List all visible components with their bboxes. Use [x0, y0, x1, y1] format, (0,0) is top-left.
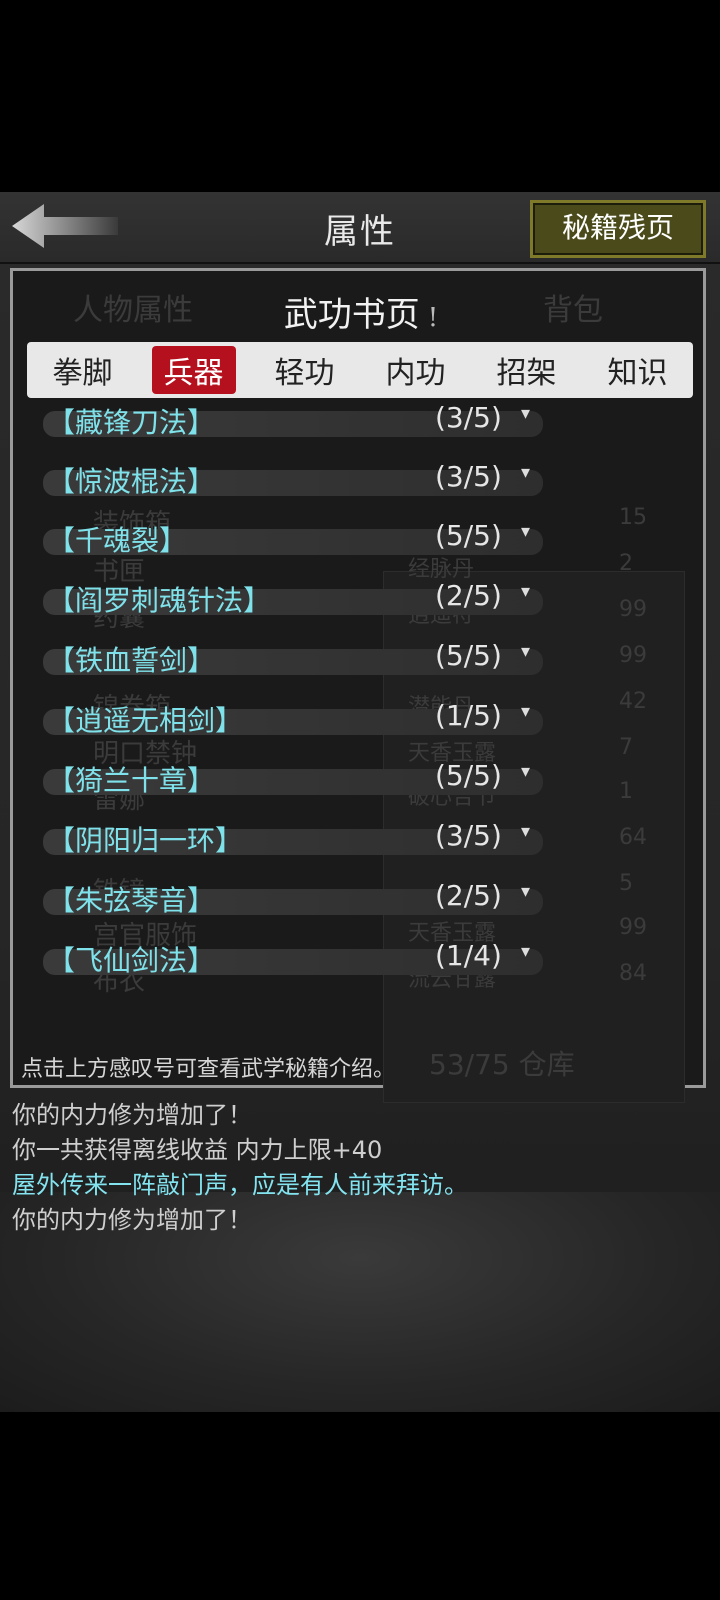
tab-inner[interactable]: 内功: [374, 346, 458, 394]
skill-count: (2/5): [435, 879, 502, 912]
skill-row[interactable]: 【铁血誓剑】 (5/5) ▾: [43, 639, 543, 679]
log-line: 你的内力修为增加了！: [12, 1206, 252, 1234]
hint-text: 点击上方感叹号可查看武学秘籍介绍。: [21, 1057, 396, 1082]
skill-name: 【逍遥无相剑】: [47, 704, 244, 737]
tab-knowledge[interactable]: 知识: [596, 346, 680, 394]
info-exclamation-icon[interactable]: !: [428, 303, 438, 333]
skill-name: 【朱弦琴音】: [47, 884, 216, 917]
skill-count: (5/5): [435, 639, 502, 672]
overlay-title-text: 武功书页: [283, 295, 420, 335]
skill-count: (3/5): [435, 460, 502, 493]
skill-count: (3/5): [435, 819, 502, 852]
skill-name: 【藏锋刀法】: [47, 406, 216, 439]
skill-name: 【阎罗刺魂针法】: [47, 584, 272, 617]
chevron-down-icon[interactable]: ▾: [521, 462, 530, 483]
tab-lightness[interactable]: 轻功: [263, 346, 347, 394]
bg-count: 84: [619, 961, 647, 986]
bg-count: 7: [619, 735, 633, 760]
bg-count: 5: [619, 871, 633, 896]
bg-count: 99: [619, 915, 647, 940]
log-line: 你的内力修为增加了！: [12, 1101, 252, 1129]
message-log: 你的内力修为增加了！ 你一共获得离线收益 内力上限+40 屋外传来一阵敲门声，应…: [12, 1098, 712, 1238]
log-line: 屋外传来一阵敲门声，应是有人前来拜访。: [12, 1171, 468, 1199]
skill-count: (3/5): [435, 401, 502, 434]
skill-row[interactable]: 【千魂裂】 (5/5) ▾: [43, 519, 543, 559]
bg-count: 64: [619, 825, 647, 850]
skill-row[interactable]: 【飞仙剑法】 (1/4) ▾: [43, 939, 543, 979]
game-screen: 属性 秘籍残页 人物属性 背包 装饰箱 书匣 药囊 锦卷箱 明口禁钟 雷娜 铁镜…: [0, 192, 720, 1412]
skill-row[interactable]: 【朱弦琴音】 (2/5) ▾: [43, 879, 543, 919]
skill-row[interactable]: 【惊波棍法】 (3/5) ▾: [43, 460, 543, 500]
log-line: 你一共获得离线收益 内力上限+40: [12, 1136, 383, 1164]
chevron-down-icon[interactable]: ▾: [521, 941, 530, 962]
bg-capacity: 53/75 仓库: [429, 1048, 575, 1081]
chevron-down-icon[interactable]: ▾: [521, 761, 530, 782]
bg-count: 99: [619, 597, 647, 622]
chevron-down-icon[interactable]: ▾: [521, 641, 530, 662]
chevron-down-icon[interactable]: ▾: [521, 701, 530, 722]
tab-parry[interactable]: 招架: [485, 346, 569, 394]
chevron-down-icon[interactable]: ▾: [521, 821, 530, 842]
skill-row[interactable]: 【阴阳归一环】 (3/5) ▾: [43, 819, 543, 859]
weapon-category-tabs: 拳脚 兵器 轻功 内功 招架 知识: [27, 342, 693, 398]
header-bar: 属性 秘籍残页: [0, 192, 720, 264]
skill-name: 【猗兰十章】: [47, 764, 216, 797]
skill-count: (5/5): [435, 519, 502, 552]
secret-pages-button[interactable]: 秘籍残页: [530, 200, 706, 258]
skill-row[interactable]: 【藏锋刀法】 (3/5) ▾: [43, 401, 543, 441]
overlay-title: 武功书页!: [13, 287, 709, 336]
bg-count: 99: [619, 643, 647, 668]
tab-weapon[interactable]: 兵器: [151, 346, 236, 394]
tab-fist[interactable]: 拳脚: [41, 346, 125, 394]
skill-row[interactable]: 【猗兰十章】 (5/5) ▾: [43, 759, 543, 799]
skill-name: 【惊波棍法】: [47, 465, 216, 498]
bg-count: 42: [619, 689, 647, 714]
chevron-down-icon[interactable]: ▾: [521, 521, 530, 542]
bg-count: 15: [619, 505, 647, 530]
skill-name: 【阴阳归一环】: [47, 824, 244, 857]
chevron-down-icon[interactable]: ▾: [521, 581, 530, 602]
skill-name: 【飞仙剑法】: [47, 944, 216, 977]
skill-row[interactable]: 【逍遥无相剑】 (1/5) ▾: [43, 699, 543, 739]
bg-count: 1: [619, 779, 633, 804]
skill-name: 【千魂裂】: [47, 524, 188, 557]
skill-name: 【铁血誓剑】: [47, 644, 216, 677]
skill-count: (1/4): [435, 939, 502, 972]
attributes-panel: 人物属性 背包 装饰箱 书匣 药囊 锦卷箱 明口禁钟 雷娜 铁镜 宫官服饰 布衣…: [10, 268, 709, 1103]
skill-count: (2/5): [435, 579, 502, 612]
chevron-down-icon[interactable]: ▾: [521, 881, 530, 902]
chevron-down-icon[interactable]: ▾: [521, 403, 530, 424]
bg-count: 2: [619, 551, 633, 576]
skill-row[interactable]: 【阎罗刺魂针法】 (2/5) ▾: [43, 579, 543, 619]
skill-count: (5/5): [435, 759, 502, 792]
skill-count: (1/5): [435, 699, 502, 732]
